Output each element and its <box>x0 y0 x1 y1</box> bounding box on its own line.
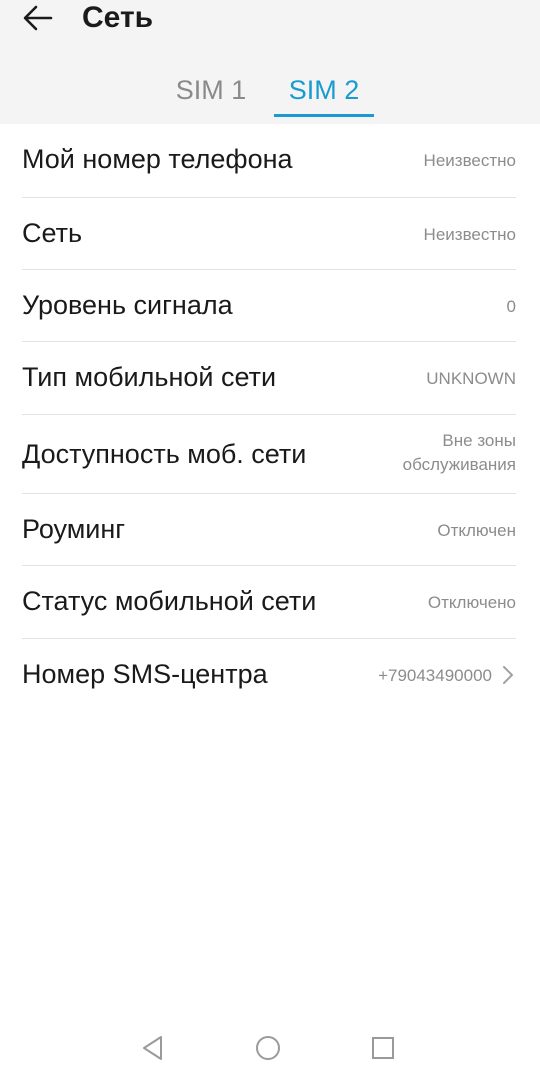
tab-sim-1[interactable]: SIM 1 <box>166 72 256 112</box>
home-circle-icon <box>256 1036 280 1060</box>
row-value: +79043490000 <box>378 666 492 685</box>
row-value: UNKNOWN <box>426 369 516 388</box>
row-label: Уровень сигнала <box>22 290 233 320</box>
row-label: Статус мобильной сети <box>22 586 317 616</box>
row-roaming[interactable]: Роуминг Отключен <box>0 494 540 566</box>
row-network[interactable]: Сеть Неизвестно <box>0 198 540 270</box>
row-value: Отключено <box>427 593 516 612</box>
app-bar: Сеть SIM 1 SIM 2 <box>0 0 540 124</box>
row-label: Мой номер телефона <box>22 144 293 174</box>
row-value: Неизвестно <box>423 151 516 170</box>
row-mobile-network-status[interactable]: Статус мобильной сети Отключено <box>0 566 540 639</box>
row-label: Роуминг <box>22 514 126 544</box>
recents-square-icon <box>372 1037 394 1059</box>
nav-home-button[interactable] <box>250 1032 286 1064</box>
back-triangle-icon <box>143 1036 162 1060</box>
row-my-phone-number[interactable]: Мой номер телефона Неизвестно <box>0 124 540 198</box>
row-label: Тип мобильной сети <box>22 362 277 392</box>
chevron-right-icon <box>503 666 513 684</box>
page-title: Сеть <box>82 1 154 34</box>
row-value: Неизвестно <box>423 225 516 244</box>
row-label: Доступность моб. сети <box>22 439 307 469</box>
row-label: Номер SMS-центра <box>22 659 268 689</box>
row-value-line-2: обслуживания <box>402 455 516 474</box>
tab-sim-2[interactable]: SIM 2 <box>274 72 374 112</box>
row-mobile-network-type[interactable]: Тип мобильной сети UNKNOWN <box>0 342 540 415</box>
row-sms-center-number[interactable]: Номер SMS-центра +79043490000 <box>0 639 540 711</box>
row-value: Отключен <box>437 521 516 540</box>
row-value-line-1: Вне зоны <box>442 431 516 450</box>
row-value: Вне зоны обслуживания <box>403 429 516 477</box>
nav-recents-button[interactable] <box>365 1032 401 1064</box>
row-value: 0 <box>506 297 516 316</box>
row-label: Сеть <box>22 218 83 248</box>
back-button[interactable] <box>14 0 62 36</box>
system-navigation-bar <box>0 1012 540 1080</box>
row-signal-level[interactable]: Уровень сигнала 0 <box>0 270 540 342</box>
active-tab-indicator <box>274 114 374 117</box>
arrow-left-icon <box>23 5 53 31</box>
row-network-availability[interactable]: Доступность моб. сети Вне зоны обслужива… <box>0 415 540 494</box>
network-info-list: Мой номер телефона Неизвестно Сеть Неизв… <box>0 124 540 711</box>
nav-back-button[interactable] <box>134 1032 170 1064</box>
